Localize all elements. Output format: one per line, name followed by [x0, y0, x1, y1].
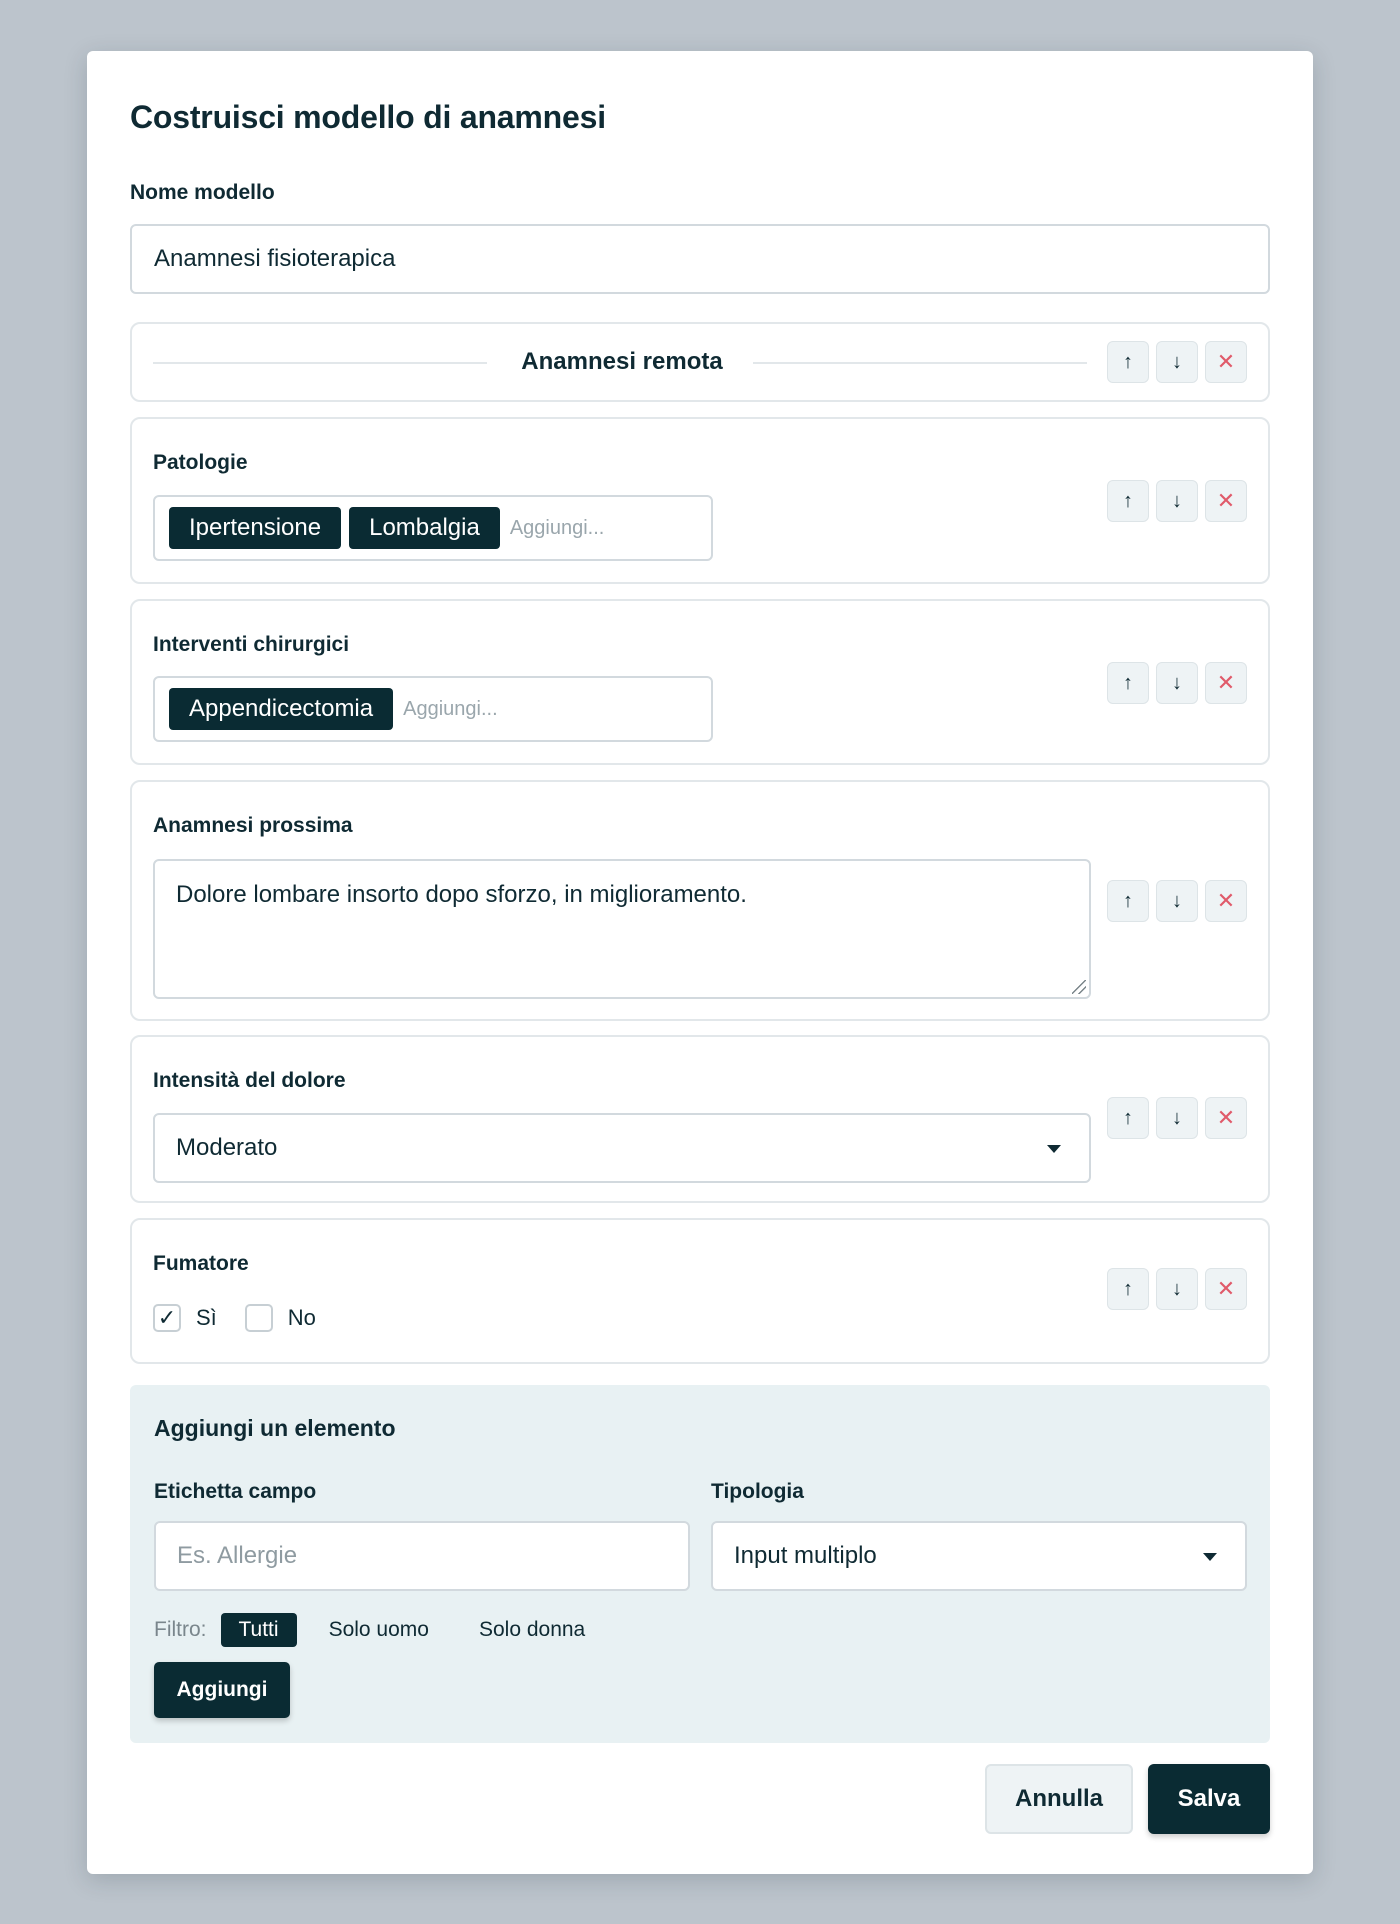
save-button[interactable]: Salva: [1148, 1764, 1270, 1834]
delete-button[interactable]: ✕: [1205, 1268, 1247, 1310]
move-up-button[interactable]: ↑: [1107, 662, 1149, 704]
move-up-button[interactable]: ↑: [1107, 1097, 1149, 1139]
add-element-panel: Aggiungi un elemento Etichetta campo Tip…: [130, 1385, 1270, 1743]
anamnesi-prossima-textarea[interactable]: Dolore lombare insorto dopo sforzo, in m…: [153, 859, 1091, 999]
move-down-button[interactable]: ↓: [1156, 1268, 1198, 1310]
arrow-up-icon: ↑: [1123, 889, 1133, 912]
tag-input-placeholder[interactable]: Aggiungi...: [510, 517, 605, 540]
delete-button[interactable]: ✕: [1205, 341, 1247, 383]
arrow-down-icon: ↓: [1172, 889, 1182, 912]
field-card-interventi: Interventi chirurgici Appendicectomia Ag…: [130, 599, 1270, 765]
field-label-etichetta: Etichetta campo: [154, 1480, 317, 1503]
item-controls: ↑ ↓ ✕: [1107, 1097, 1247, 1139]
item-controls: ↑ ↓ ✕: [1107, 480, 1247, 522]
delete-button[interactable]: ✕: [1205, 480, 1247, 522]
resize-handle[interactable]: [1072, 980, 1086, 994]
checkbox-label-no: No: [287, 1305, 316, 1330]
checkbox-no[interactable]: [244, 1304, 273, 1332]
field-label-tipologia: Tipologia: [711, 1480, 804, 1503]
move-down-button[interactable]: ↓: [1156, 480, 1198, 522]
tag-chip[interactable]: Lombalgia: [349, 507, 500, 549]
template-name-input[interactable]: [130, 224, 1270, 294]
tag-input-placeholder[interactable]: Aggiungi...: [403, 698, 498, 721]
add-element-title: Aggiungi un elemento: [154, 1415, 396, 1441]
close-icon: ✕: [1216, 1276, 1236, 1301]
close-icon: ✕: [1216, 670, 1236, 695]
field-label-intensita-dolore: Intensità del dolore: [153, 1069, 346, 1092]
arrow-down-icon: ↓: [1172, 489, 1182, 512]
section-card-anamnesi-remota: Anamnesi remota ↑ ↓ ✕: [130, 322, 1270, 402]
filter-tutti-button[interactable]: Tutti: [220, 1613, 297, 1647]
modal-title: Costruisci modello di anamnesi: [130, 99, 606, 135]
item-controls: ↑ ↓ ✕: [1107, 662, 1247, 704]
filter-label: Filtro:: [154, 1618, 207, 1641]
arrow-up-icon: ↑: [1123, 489, 1133, 512]
chevron-down-icon: [1047, 1145, 1061, 1153]
tipologia-select[interactable]: Input multiplo: [711, 1521, 1247, 1591]
field-label-interventi: Interventi chirurgici: [153, 633, 350, 656]
check-icon: ✓: [157, 1305, 177, 1330]
move-down-button[interactable]: ↓: [1156, 662, 1198, 704]
tag-input-interventi[interactable]: Appendicectomia Aggiungi...: [153, 676, 713, 742]
tag-input-patologie[interactable]: Ipertensione Lombalgia Aggiungi...: [153, 495, 713, 561]
add-element-button[interactable]: Aggiungi: [154, 1662, 290, 1718]
checkbox-si[interactable]: ✓: [153, 1304, 181, 1332]
item-controls: ↑ ↓ ✕: [1107, 1268, 1247, 1310]
tag-chip[interactable]: Ipertensione: [169, 507, 342, 549]
close-icon: ✕: [1216, 488, 1236, 513]
move-down-button[interactable]: ↓: [1156, 1097, 1198, 1139]
delete-button[interactable]: ✕: [1205, 662, 1247, 704]
filter-solo-donna-button[interactable]: Solo donna: [461, 1613, 603, 1647]
select-value: Input multiplo: [734, 1542, 877, 1569]
template-name-label: Nome modello: [130, 181, 275, 204]
item-controls: ↑ ↓ ✕: [1107, 341, 1247, 383]
intensita-dolore-select[interactable]: Moderato: [153, 1113, 1091, 1183]
select-value: Moderato: [176, 1134, 278, 1161]
field-label-patologie: Patologie: [153, 451, 248, 474]
move-down-button[interactable]: ↓: [1156, 880, 1198, 922]
close-icon: ✕: [1216, 888, 1236, 913]
field-label-fumatore: Fumatore: [153, 1252, 249, 1275]
delete-button[interactable]: ✕: [1205, 880, 1247, 922]
arrow-down-icon: ↓: [1172, 1106, 1182, 1129]
fumatore-options: ✓ Sì No: [153, 1304, 344, 1332]
arrow-up-icon: ↑: [1123, 350, 1133, 373]
checkbox-label-si: Sì: [196, 1305, 217, 1330]
move-up-button[interactable]: ↑: [1107, 1268, 1149, 1310]
move-up-button[interactable]: ↑: [1107, 341, 1149, 383]
item-controls: ↑ ↓ ✕: [1107, 880, 1247, 922]
close-icon: ✕: [1216, 349, 1236, 374]
field-label-anamnesi-prossima: Anamnesi prossima: [153, 814, 353, 837]
chevron-down-icon: [1203, 1553, 1217, 1561]
delete-button[interactable]: ✕: [1205, 1097, 1247, 1139]
field-card-intensita-dolore: Intensità del dolore Moderato ↑ ↓ ✕: [130, 1035, 1270, 1203]
field-card-patologie: Patologie Ipertensione Lombalgia Aggiung…: [130, 417, 1270, 584]
section-divider-right: [753, 362, 1087, 364]
field-card-fumatore: Fumatore ✓ Sì No ↑ ↓ ✕: [130, 1218, 1270, 1364]
close-icon: ✕: [1216, 1105, 1236, 1130]
move-down-button[interactable]: ↓: [1156, 341, 1198, 383]
arrow-up-icon: ↑: [1123, 671, 1133, 694]
arrow-down-icon: ↓: [1172, 671, 1182, 694]
cancel-button[interactable]: Annulla: [985, 1764, 1133, 1834]
field-card-anamnesi-prossima: Anamnesi prossima Dolore lombare insorto…: [130, 780, 1270, 1021]
arrow-up-icon: ↑: [1123, 1106, 1133, 1129]
arrow-down-icon: ↓: [1172, 1277, 1182, 1300]
arrow-up-icon: ↑: [1123, 1277, 1133, 1300]
arrow-down-icon: ↓: [1172, 350, 1182, 373]
modal-dialog: Costruisci modello di anamnesi Nome mode…: [87, 51, 1313, 1874]
filter-row: Filtro: Tutti Solo uomo Solo donna: [154, 1613, 617, 1647]
move-up-button[interactable]: ↑: [1107, 480, 1149, 522]
move-up-button[interactable]: ↑: [1107, 880, 1149, 922]
etichetta-campo-input[interactable]: [154, 1521, 690, 1591]
tag-chip[interactable]: Appendicectomia: [169, 688, 394, 730]
textarea-value: Dolore lombare insorto dopo sforzo, in m…: [176, 881, 747, 908]
filter-solo-uomo-button[interactable]: Solo uomo: [311, 1613, 447, 1647]
